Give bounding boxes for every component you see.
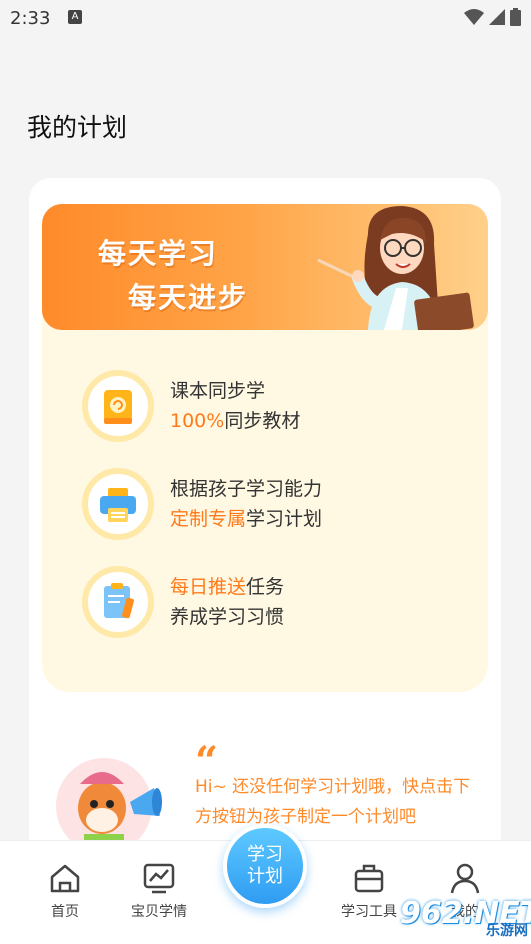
signal-icon [489,9,505,25]
banner-line1: 每天学习 [98,237,219,270]
textbook-icon [82,370,154,442]
feature-textbook-line2: 100%同步教材 [170,410,301,432]
feature-custom-plan: 根据孩子学习能力 定制专属学习计划 [82,468,322,540]
mascot-illustration [56,758,162,850]
user-icon [450,863,480,894]
watermark-logo: 962.NET 乐游网 [400,896,531,940]
study-plan-line1: 学习 [247,844,283,865]
printer-icon [82,468,154,540]
feature-custom-plan-line2: 定制专属学习计划 [170,508,323,530]
watermark-sub: 乐游网 [486,923,528,939]
status-icons [464,8,521,26]
feature-daily-task-line1: 每日推送任务 [170,576,285,598]
feature-custom-plan-line1: 根据孩子学习能力 [170,478,323,500]
empty-plan-hint: Hi~ 还没任何学习计划哦，快点击下方按钮为孩子制定一个计划吧 [195,777,471,827]
feature-textbook: 课本同步学 100%同步教材 [82,370,300,442]
home-icon [50,864,80,893]
promo-banner: 每天学习 每天进步 [42,204,488,330]
status-bar: 2:33 A [0,0,531,38]
tab-home[interactable]: 首页 [20,861,110,921]
tab-baby-progress[interactable]: 宝贝学情 [114,861,204,921]
teacher-illustration [317,206,474,330]
battery-icon [510,8,521,26]
feature-daily-task-line2: 养成学习习惯 [170,606,285,628]
tab-baby-progress-label: 宝贝学情 [131,904,187,920]
clipboard-icon [82,566,154,638]
status-time: 2:33 [10,8,51,29]
tab-home-label: 首页 [51,904,79,920]
study-plan-button[interactable]: 学习 计划 [223,824,307,908]
feature-daily-task: 每日推送任务 养成学习习惯 [82,566,284,638]
notification-icon: A [68,10,82,24]
wifi-icon [464,9,484,25]
briefcase-icon [354,864,384,893]
study-plan-line2: 计划 [247,866,283,887]
page-title: 我的计划 [27,113,128,142]
feature-textbook-line1: 课本同步学 [170,380,266,402]
chart-monitor-icon [143,863,175,894]
banner-line2: 每天进步 [128,281,249,314]
